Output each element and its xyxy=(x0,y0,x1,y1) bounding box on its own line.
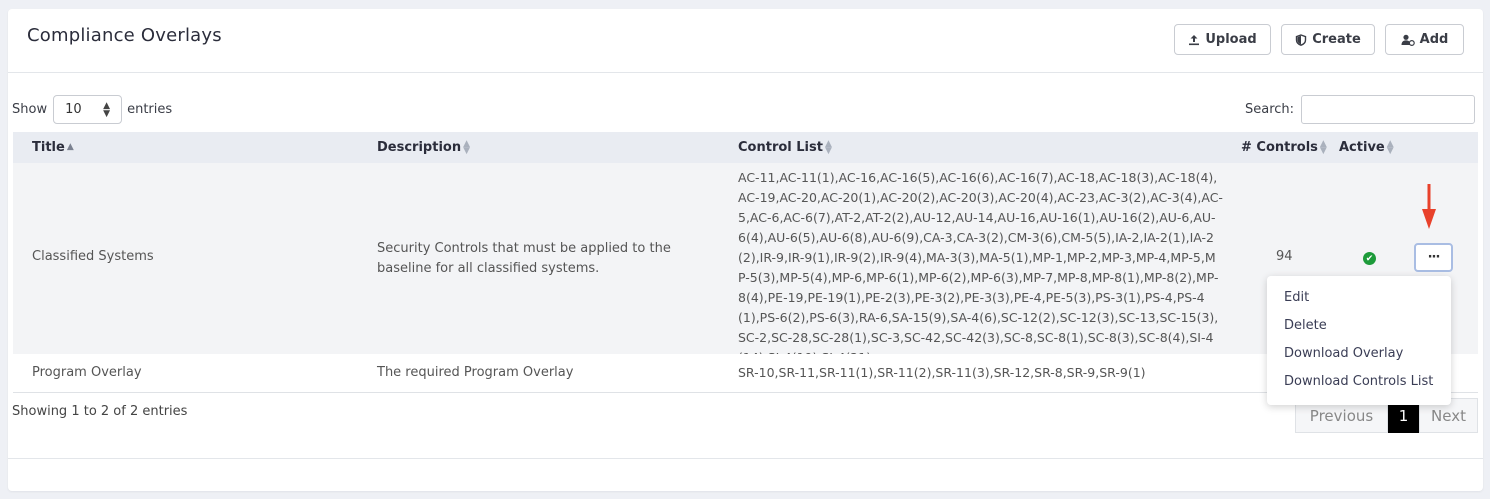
row-title: Classified Systems xyxy=(32,249,154,264)
card-footer-divider xyxy=(8,458,1483,459)
select-arrows-icon: ▲ ▼ xyxy=(103,100,111,119)
menu-item-delete[interactable]: Delete xyxy=(1284,318,1327,333)
sort-icon: ▲ ▼ xyxy=(1319,138,1327,156)
entries-label: entries xyxy=(127,102,173,117)
sort-icon: ▲ ▼ xyxy=(463,138,471,156)
entries-select[interactable]: 10 ▲ ▼ xyxy=(53,95,123,124)
upload-label: Upload xyxy=(1205,32,1257,47)
sort-icon: ▲ ▼ xyxy=(1386,138,1394,156)
table-info: Showing 1 to 2 of 2 entries xyxy=(12,404,188,419)
row-actions-button[interactable]: ··· xyxy=(1414,243,1453,272)
menu-item-download-controls-list[interactable]: Download Controls List xyxy=(1284,374,1433,389)
column-header-description[interactable]: Description ▲ ▼ xyxy=(377,138,471,156)
row-title: Program Overlay xyxy=(32,365,142,380)
row-num-controls: 94 xyxy=(1276,249,1293,264)
column-header-active[interactable]: Active ▲ ▼ xyxy=(1339,138,1394,156)
show-label: Show xyxy=(12,102,48,117)
row-actions-dropdown: Edit Delete Download Overlay Download Co… xyxy=(1267,276,1451,405)
check-circle-icon: ✔ xyxy=(1363,252,1376,265)
menu-item-download-overlay[interactable]: Download Overlay xyxy=(1284,346,1403,361)
row-control-list: AC-11,AC-11(1),AC-16,AC-16(5),AC-16(6),A… xyxy=(738,170,1223,365)
card-header: Compliance Overlays Upload Create Add xyxy=(8,9,1483,73)
length-menu: Show 10 ▲ ▼ entries xyxy=(12,95,172,124)
row-description: The required Program Overlay xyxy=(377,365,574,380)
upload-icon xyxy=(1189,34,1200,45)
column-header-control-list[interactable]: Control List ▲ ▼ xyxy=(738,138,832,156)
row-description: Security Controls that must be applied t… xyxy=(377,241,671,276)
overlays-table: Title ▲ Description ▲ ▼ Control List ▲ ▼ #… xyxy=(13,132,1478,393)
create-button[interactable]: Create xyxy=(1281,24,1375,55)
page-title: Compliance Overlays xyxy=(27,25,222,46)
search-label: Search: xyxy=(1245,102,1295,117)
search-input[interactable] xyxy=(1301,95,1476,124)
row-control-list: SR-10,SR-11,SR-11(1),SR-11(2),SR-11(3),S… xyxy=(738,365,1146,380)
sort-asc-icon: ▲ xyxy=(66,142,74,152)
column-header-title[interactable]: Title ▲ xyxy=(32,140,74,155)
upload-button[interactable]: Upload xyxy=(1174,24,1271,55)
red-arrow-annotation xyxy=(1422,184,1436,229)
create-label: Create xyxy=(1312,32,1361,47)
add-button[interactable]: Add xyxy=(1385,24,1464,55)
table-row: Classified Systems Security Controls tha… xyxy=(13,163,1478,365)
ellipsis-icon: ··· xyxy=(1427,250,1441,265)
menu-item-edit[interactable]: Edit xyxy=(1284,290,1309,305)
sort-icon: ▲ ▼ xyxy=(824,138,832,156)
table-header: Title ▲ Description ▲ ▼ Control List ▲ ▼ #… xyxy=(13,132,1478,163)
search-filter: Search: xyxy=(1245,95,1476,124)
shield-icon xyxy=(1296,33,1307,46)
user-plus-icon xyxy=(1401,34,1415,46)
entries-value: 10 xyxy=(65,102,82,117)
column-header-num-controls[interactable]: # Controls ▲ ▼ xyxy=(1241,138,1327,156)
add-label: Add xyxy=(1419,32,1449,47)
table-row: Program Overlay The required Program Ove… xyxy=(13,354,1478,393)
compliance-overlays-card: Compliance Overlays Upload Create Add Sh… xyxy=(8,9,1483,491)
